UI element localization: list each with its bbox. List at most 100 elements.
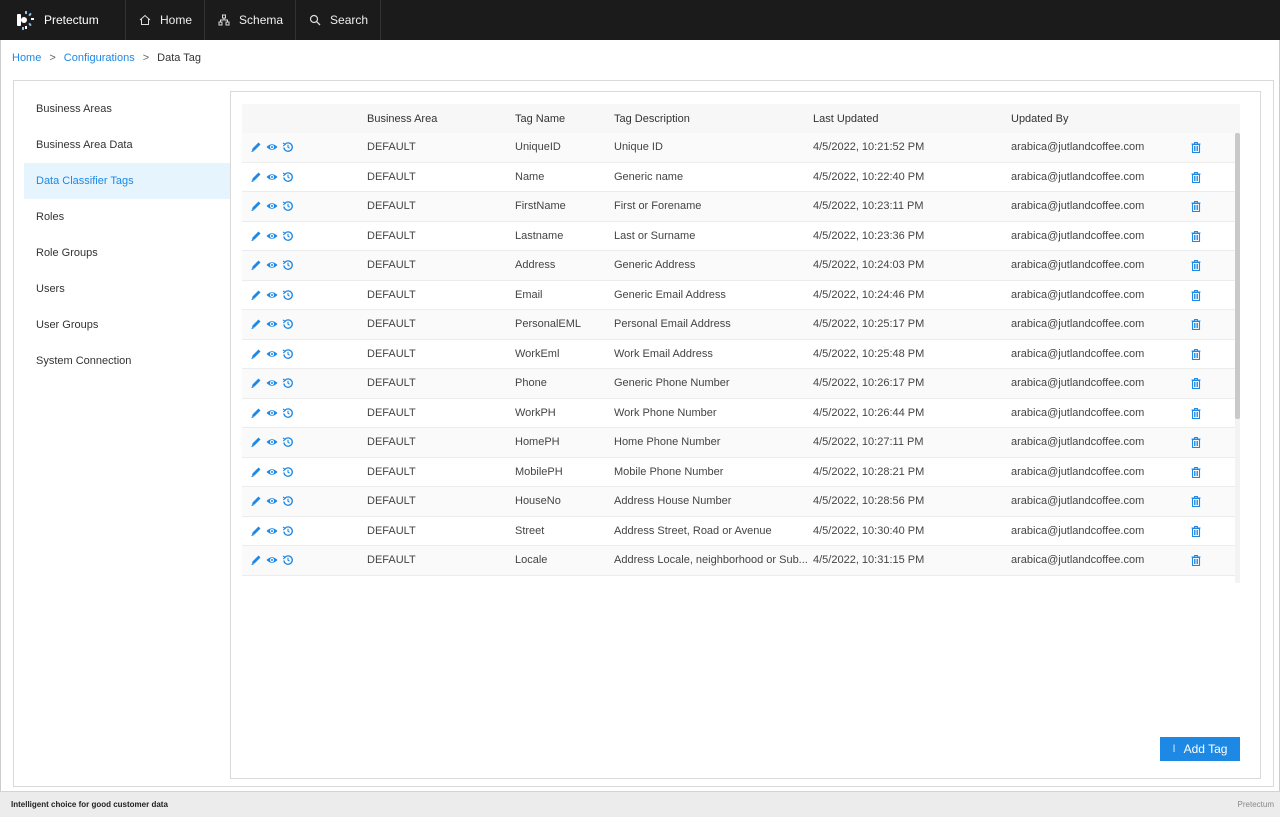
table-row[interactable]: DEFAULT WorkEml Work Email Address 4/5/2022… [242, 340, 1240, 369]
history-icon[interactable] [281, 229, 295, 243]
sidebar-item-user-groups[interactable]: User Groups [24, 307, 230, 343]
table-row[interactable]: DEFAULT WorkPH Work Phone Number 4/5/2022, … [242, 399, 1240, 428]
delete-icon[interactable] [1189, 140, 1203, 154]
history-icon[interactable] [281, 288, 295, 302]
table-row[interactable]: DEFAULT HouseNo Address House Number 4/5/20… [242, 487, 1240, 517]
nav-home[interactable]: Home [126, 0, 206, 40]
history-icon[interactable] [281, 494, 295, 508]
history-icon[interactable] [281, 524, 295, 538]
view-icon[interactable] [265, 170, 279, 184]
table-row[interactable]: DEFAULT Lastname Last or Surname 4/5/2022, … [242, 222, 1240, 251]
history-icon[interactable] [281, 199, 295, 213]
sidebar-item-roles[interactable]: Roles [24, 199, 230, 235]
header-tag-description[interactable]: Tag Description [614, 113, 813, 125]
edit-icon[interactable] [249, 553, 263, 567]
delete-icon[interactable] [1189, 406, 1203, 420]
header-last-updated[interactable]: Last Updated [813, 113, 1011, 125]
table-row[interactable]: DEFAULT Email Generic Email Address 4/5/202… [242, 281, 1240, 310]
delete-icon[interactable] [1189, 288, 1203, 302]
sidebar-item-data-classifier-tags[interactable]: Data Classifier Tags [24, 163, 230, 199]
delete-icon[interactable] [1189, 435, 1203, 449]
history-icon[interactable] [281, 347, 295, 361]
sidebar-item-system-connection[interactable]: System Connection [24, 343, 230, 379]
table-row[interactable]: DEFAULT Address Generic Address 4/5/2022, 1… [242, 251, 1240, 281]
delete-icon[interactable] [1189, 258, 1203, 272]
view-icon[interactable] [265, 199, 279, 213]
row-actions [242, 288, 367, 302]
table-row[interactable]: DEFAULT UniqueID Unique ID 4/5/2022, 10:21:… [242, 133, 1240, 163]
nav-search[interactable]: Search [296, 0, 382, 40]
view-icon[interactable] [265, 524, 279, 538]
table-row[interactable]: DEFAULT Locale Address Locale, neighborhoo… [242, 546, 1240, 576]
view-icon[interactable] [265, 288, 279, 302]
delete-icon[interactable] [1189, 170, 1203, 184]
sidebar-item-role-groups[interactable]: Role Groups [24, 235, 230, 271]
edit-icon[interactable] [249, 524, 263, 538]
cell-business-area: DEFAULT [367, 524, 416, 537]
history-icon[interactable] [281, 170, 295, 184]
nav-schema[interactable]: Schema [205, 0, 297, 40]
history-icon[interactable] [281, 140, 295, 154]
add-tag-label: Add Tag [1183, 742, 1228, 756]
table-scrollbar[interactable] [1235, 133, 1240, 583]
view-icon[interactable] [265, 494, 279, 508]
breadcrumb-configurations[interactable]: Configurations [64, 52, 135, 64]
view-icon[interactable] [265, 553, 279, 567]
view-icon[interactable] [265, 140, 279, 154]
table-row[interactable]: DEFAULT Name Generic name 4/5/2022, 10:22:4… [242, 163, 1240, 192]
history-icon[interactable] [281, 406, 295, 420]
header-updated-by[interactable]: Updated By [1011, 113, 1189, 125]
view-icon[interactable] [265, 229, 279, 243]
view-icon[interactable] [265, 406, 279, 420]
delete-icon[interactable] [1189, 524, 1203, 538]
edit-icon[interactable] [249, 258, 263, 272]
table-row[interactable]: DEFAULT HomePH Home Phone Number 4/5/2022, … [242, 428, 1240, 458]
view-icon[interactable] [265, 258, 279, 272]
edit-icon[interactable] [249, 199, 263, 213]
edit-icon[interactable] [249, 406, 263, 420]
view-icon[interactable] [265, 465, 279, 479]
delete-icon[interactable] [1189, 199, 1203, 213]
view-icon[interactable] [265, 435, 279, 449]
table-row[interactable]: DEFAULT FirstName First or Forename 4/5/202… [242, 192, 1240, 222]
edit-icon[interactable] [249, 317, 263, 331]
view-icon[interactable] [265, 376, 279, 390]
edit-icon[interactable] [249, 465, 263, 479]
breadcrumb-home[interactable]: Home [12, 52, 41, 64]
delete-icon[interactable] [1189, 317, 1203, 331]
sidebar-item-business-area-data[interactable]: Business Area Data [24, 127, 230, 163]
view-icon[interactable] [265, 317, 279, 331]
table-row[interactable]: DEFAULT PersonalEML Personal Email Address… [242, 310, 1240, 340]
edit-icon[interactable] [249, 288, 263, 302]
brand[interactable]: Pretectum [0, 0, 126, 40]
history-icon[interactable] [281, 258, 295, 272]
history-icon[interactable] [281, 465, 295, 479]
edit-icon[interactable] [249, 140, 263, 154]
history-icon[interactable] [281, 435, 295, 449]
table-row[interactable]: DEFAULT Street Address Street, Road or Ave… [242, 517, 1240, 546]
header-business-area[interactable]: Business Area [367, 113, 515, 125]
edit-icon[interactable] [249, 229, 263, 243]
delete-icon[interactable] [1189, 229, 1203, 243]
history-icon[interactable] [281, 376, 295, 390]
history-icon[interactable] [281, 317, 295, 331]
edit-icon[interactable] [249, 170, 263, 184]
header-tag-name[interactable]: Tag Name [515, 113, 614, 125]
delete-icon[interactable] [1189, 347, 1203, 361]
table-row[interactable]: DEFAULT Phone Generic Phone Number 4/5/2022… [242, 369, 1240, 399]
edit-icon[interactable] [249, 376, 263, 390]
add-tag-button[interactable]: I Add Tag [1160, 737, 1240, 761]
delete-icon[interactable] [1189, 376, 1203, 390]
delete-icon[interactable] [1189, 494, 1203, 508]
edit-icon[interactable] [249, 435, 263, 449]
edit-icon[interactable] [249, 494, 263, 508]
sidebar-item-business-areas[interactable]: Business Areas [24, 91, 230, 127]
scrollbar-thumb[interactable] [1235, 133, 1240, 419]
delete-icon[interactable] [1189, 465, 1203, 479]
delete-icon[interactable] [1189, 553, 1203, 567]
history-icon[interactable] [281, 553, 295, 567]
view-icon[interactable] [265, 347, 279, 361]
edit-icon[interactable] [249, 347, 263, 361]
table-row[interactable]: DEFAULT MobilePH Mobile Phone Number 4/5/20… [242, 458, 1240, 487]
sidebar-item-users[interactable]: Users [24, 271, 230, 307]
